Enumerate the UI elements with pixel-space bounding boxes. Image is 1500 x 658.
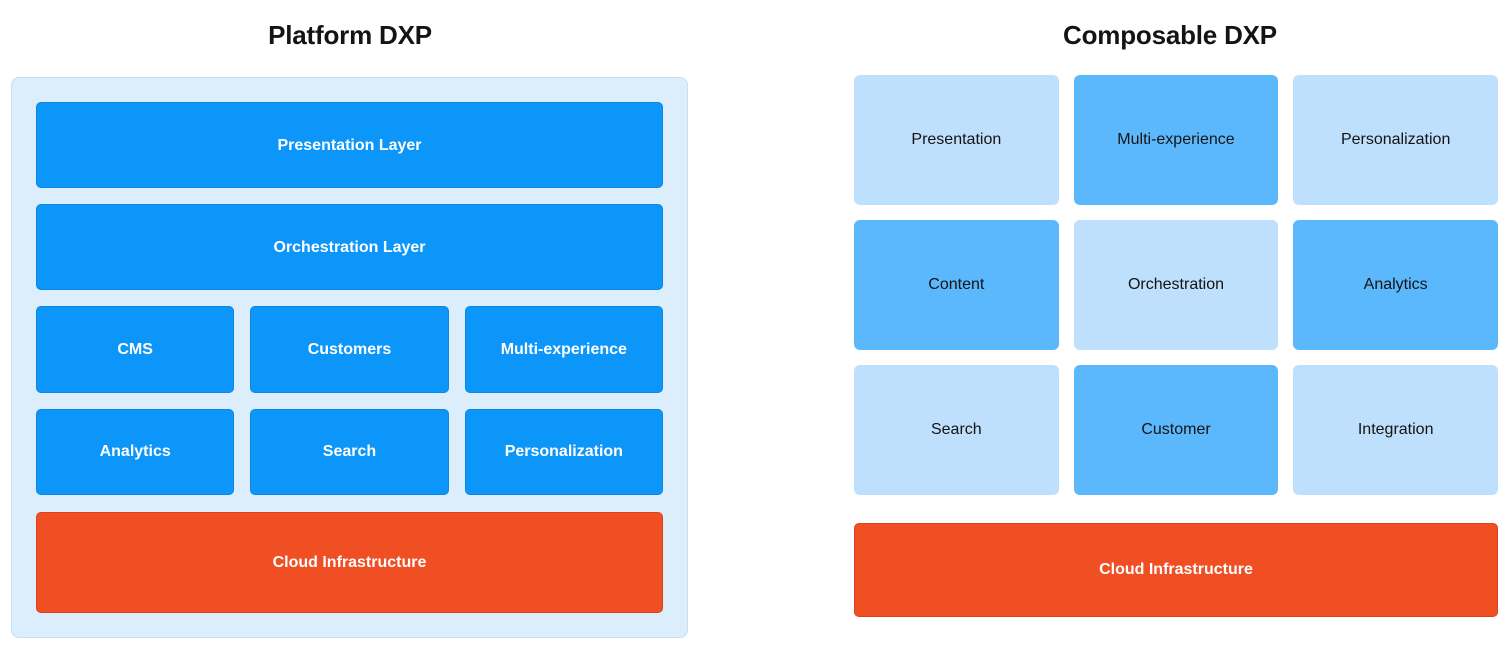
composable-card-content: Content [854,220,1059,350]
platform-dxp-panel: Presentation Layer Orchestration Layer C… [11,77,688,638]
composable-cloud-infrastructure: Cloud Infrastructure [854,523,1498,617]
composable-dxp-card-area: Presentation Multi-experience Personaliz… [854,75,1498,495]
platform-module-customers-label: Customers [307,340,392,358]
composable-card-presentation-label: Presentation [911,131,1002,148]
composable-card-customer-label: Customer [1141,421,1211,438]
platform-module-cms: CMS [36,306,235,393]
platform-module-analytics-label: Analytics [99,443,171,461]
platform-layer-orchestration-label: Orchestration Layer [273,238,426,256]
platform-module-multi-experience: Multi-experience [464,306,663,393]
composable-card-customer: Customer [1073,365,1279,495]
platform-module-analytics: Analytics [36,408,235,495]
composable-card-personalization-label: Personalization [1340,131,1451,148]
composable-card-multi-experience-label: Multi-experience [1117,131,1235,148]
platform-module-multi-experience-label: Multi-experience [500,340,627,358]
platform-layer-presentation: Presentation Layer [36,102,663,189]
composable-card-integration: Integration [1293,365,1498,495]
platform-cloud-infrastructure-label: Cloud Infrastructure [272,553,427,571]
platform-module-cms-label: CMS [117,340,153,358]
composable-card-analytics: Analytics [1293,220,1498,350]
composable-dxp-column: Composable DXP Presentation Multi-experi… [840,0,1500,658]
platform-module-search: Search [250,408,449,495]
platform-dxp-column: Platform DXP Presentation Layer Orchestr… [0,0,700,658]
composable-cloud-infrastructure-label: Cloud Infrastructure [1099,561,1253,578]
composable-card-content-label: Content [928,276,985,293]
composable-card-search-label: Search [930,421,982,438]
composable-card-analytics-label: Analytics [1363,276,1428,293]
platform-cloud-infrastructure: Cloud Infrastructure [36,511,663,613]
composable-card-multi-experience: Multi-experience [1073,75,1279,205]
platform-module-personalization-label: Personalization [504,443,623,461]
platform-module-customers: Customers [250,306,449,393]
platform-module-row-2: Analytics Search Personalization [36,408,663,495]
composable-card-orchestration-label: Orchestration [1127,276,1225,293]
dxp-comparison-diagram: Platform DXP Presentation Layer Orchestr… [0,0,1500,658]
platform-layer-orchestration: Orchestration Layer [36,204,663,291]
platform-dxp-title: Platform DXP [268,20,432,50]
platform-module-row-1: CMS Customers Multi-experience [36,306,663,393]
composable-card-grid: Presentation Multi-experience Personaliz… [854,75,1498,495]
composable-card-presentation: Presentation [854,75,1059,205]
composable-dxp-title: Composable DXP [1063,20,1277,50]
composable-card-personalization: Personalization [1293,75,1498,205]
composable-card-search: Search [854,365,1059,495]
platform-layer-presentation-label: Presentation Layer [277,136,422,154]
platform-module-search-label: Search [322,443,377,461]
platform-module-personalization: Personalization [464,408,663,495]
composable-card-integration-label: Integration [1357,421,1434,438]
composable-card-orchestration: Orchestration [1073,220,1279,350]
